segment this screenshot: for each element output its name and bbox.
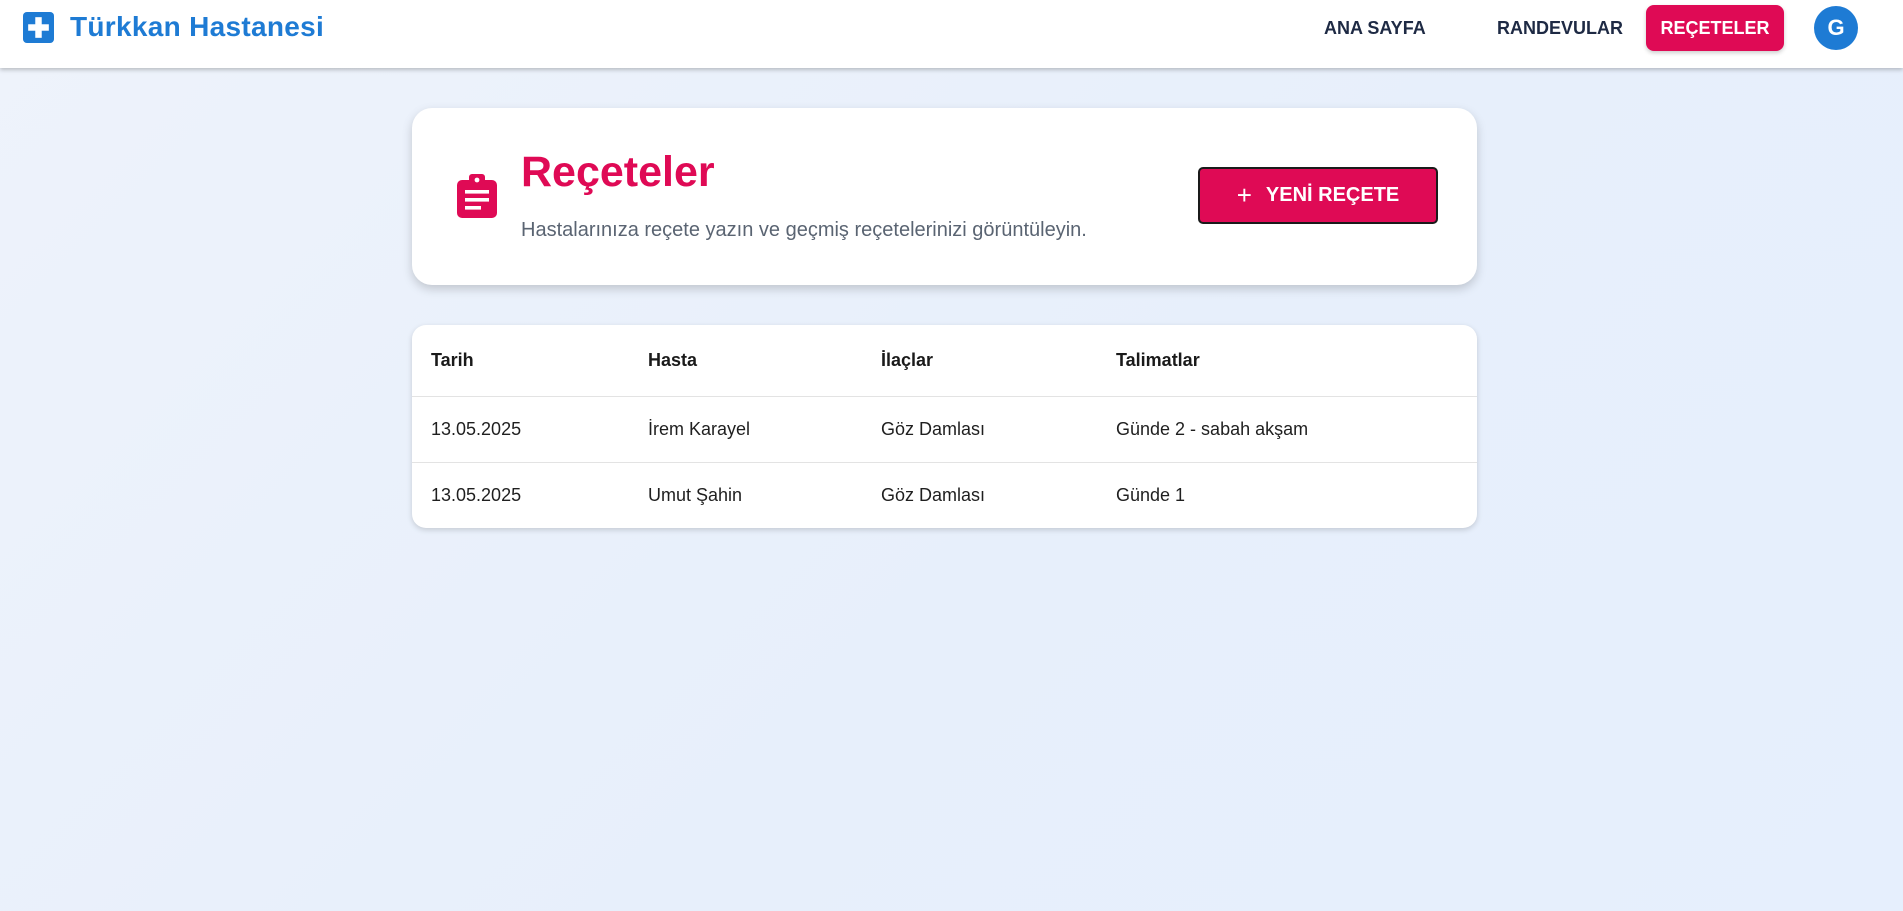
prescriptions-table-card: Tarih Hasta İlaçlar Talimatlar 13.05.202… [412, 325, 1477, 528]
cell-instructions: Günde 1 [1116, 484, 1186, 505]
cell-medications: Göz Damlası [881, 484, 986, 505]
cell-date: 13.05.2025 [431, 484, 522, 505]
column-header-medications: İlaçlar [862, 325, 1097, 397]
hospital-cross-icon [23, 11, 54, 43]
cell-instructions: Günde 2 - sabah akşam [1097, 396, 1477, 463]
nav-appointments-link[interactable]: RANDEVULAR [1497, 5, 1623, 51]
table-header-row: Tarih Hasta İlaçlar Talimatlar [412, 325, 1477, 397]
nav-home-link[interactable]: ANA SAYFA [1324, 5, 1426, 51]
column-header-instructions: Talimatlar [1097, 325, 1477, 397]
new-prescription-button[interactable]: + YENİ REÇETE [1198, 167, 1438, 224]
prescriptions-table: Tarih Hasta İlaçlar Talimatlar 13.05.202… [412, 325, 1477, 528]
user-avatar[interactable]: G [1814, 6, 1858, 50]
plus-icon: + [1236, 179, 1252, 210]
brand[interactable]: Türkkan Hastanesi [23, 11, 324, 43]
new-prescription-label: YENİ REÇETE [1265, 184, 1400, 206]
app-title: Türkkan Hastanesi [70, 11, 325, 42]
prescriptions-header-card: Reçeteler Hastalarınıza reçete yazın ve … [412, 108, 1477, 285]
clipboard-icon [457, 174, 497, 218]
nav-prescriptions-link[interactable]: REÇETELER [1646, 5, 1784, 51]
column-header-patient: Hasta [629, 325, 862, 397]
table-row[interactable]: 13.05.2025 Umut Şahin Göz Damlası Günde … [412, 462, 1477, 528]
page-subtitle: Hastalarınıza reçete yazın ve geçmiş reç… [521, 219, 1087, 241]
cell-patient: İrem Karayel [629, 396, 862, 463]
column-header-date: Tarih [412, 325, 629, 397]
cell-date: 13.05.2025 [412, 396, 629, 463]
table-row[interactable]: 13.05.2025 İrem Karayel Göz Damlası Günd… [412, 396, 1477, 463]
top-navbar: Türkkan Hastanesi ANA SAYFA RANDEVULAR R… [0, 0, 1903, 68]
page-title: Reçeteler [521, 148, 715, 196]
cell-medications: Göz Damlası [862, 396, 1097, 463]
cell-patient: Umut Şahin [648, 484, 743, 505]
